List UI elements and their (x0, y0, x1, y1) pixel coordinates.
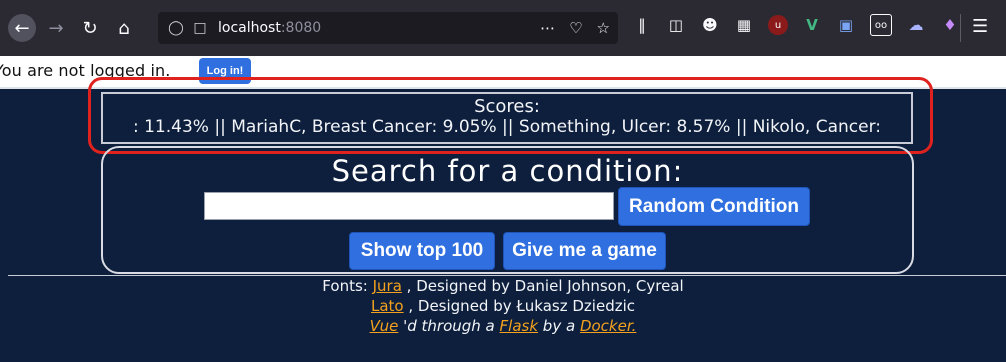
library-icon[interactable]: ‖ (632, 15, 652, 35)
container-icon[interactable]: ☁ (906, 15, 926, 35)
search-panel: Search for a condition: Random Condition… (101, 146, 914, 274)
annotation-highlight-ring (88, 77, 933, 154)
tracking-shield-icon[interactable]: ◯ (164, 20, 188, 36)
condition-search-input[interactable] (204, 192, 614, 220)
url-port: :8080 (280, 20, 322, 36)
reload-icon[interactable]: ↻ (76, 14, 104, 42)
puzzle-extension-icon[interactable]: ♦ (940, 15, 960, 35)
ublock-icon[interactable]: u (768, 15, 788, 35)
footer-lato-line: Lato , Designed by Łukasz Dziedzic (0, 296, 1006, 316)
footer-stack-line: Vue 'd through a Flask by a Docker. (0, 316, 1006, 336)
show-top-100-button[interactable]: Show top 100 (349, 232, 495, 270)
lato-credit: , Designed by Łukasz Dziedzic (403, 297, 636, 315)
ghost-icon[interactable]: oo (870, 14, 892, 36)
extension-grid-icon[interactable]: ▦ (734, 15, 754, 35)
jura-credit: , Designed by Daniel Johnson, Cyreal (401, 277, 684, 295)
by-text: by a (538, 317, 580, 335)
footer: Fonts: Jura , Designed by Daniel Johnson… (0, 276, 1006, 336)
fonts-prefix: Fonts: (322, 277, 373, 295)
back-icon[interactable]: ← (8, 14, 36, 42)
toolbar-separator (960, 14, 961, 42)
docker-link[interactable]: Docker. (580, 317, 636, 335)
hamburger-menu-icon[interactable]: ☰ (972, 16, 988, 37)
page-info-icon[interactable]: □ (188, 20, 212, 36)
give-me-a-game-button[interactable]: Give me a game (503, 232, 666, 270)
url-host: localhost (218, 20, 281, 36)
flask-link[interactable]: Flask (500, 317, 539, 335)
footer-fonts-line: Fonts: Jura , Designed by Daniel Johnson… (0, 276, 1006, 296)
random-condition-button[interactable]: Random Condition (618, 187, 810, 226)
forward-icon[interactable]: → (42, 14, 70, 42)
translate-icon[interactable]: ▣ (836, 15, 856, 35)
jura-link[interactable]: Jura (373, 277, 402, 295)
bookmark-star-icon[interactable]: ☆ (597, 19, 610, 37)
lato-link[interactable]: Lato (371, 297, 404, 315)
browser-toolbar: ← → ↻ ⌂ ◯ □ localhost:8080 ⋯ ♡ ☆ ‖ ◫ ☻ ▦… (0, 0, 1006, 56)
through-text: 'd through a (398, 317, 500, 335)
home-icon[interactable]: ⌂ (110, 14, 138, 42)
pocket-icon[interactable]: ♡ (569, 19, 582, 37)
sidebar-icon[interactable]: ◫ (666, 15, 686, 35)
url-bar[interactable]: ◯ □ localhost:8080 ⋯ ♡ ☆ (158, 12, 618, 44)
vue-devtools-icon[interactable]: V (802, 15, 822, 35)
vue-link[interactable]: Vue (370, 317, 399, 335)
account-icon[interactable]: ☻ (700, 15, 720, 35)
search-title: Search for a condition: (331, 154, 684, 188)
page-actions-icon[interactable]: ⋯ (540, 19, 555, 37)
